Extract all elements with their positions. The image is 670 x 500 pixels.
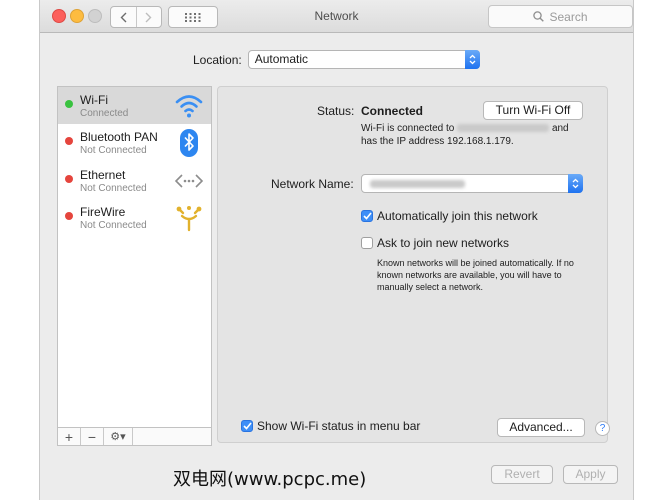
location-row: Location: Automatic bbox=[193, 50, 480, 69]
gear-menu-button[interactable]: ⚙▾ bbox=[104, 428, 133, 445]
add-service-button[interactable]: + bbox=[58, 428, 81, 445]
service-item-wifi[interactable]: Wi-Fi Connected bbox=[58, 87, 211, 124]
ask-join-note: Known networks will be joined automatica… bbox=[377, 258, 574, 292]
firewire-icon bbox=[176, 206, 202, 232]
status-value: Connected bbox=[361, 104, 424, 118]
location-value: Automatic bbox=[254, 52, 309, 66]
redacted-network-name bbox=[457, 124, 550, 133]
auto-join-label[interactable]: Automatically join this network bbox=[377, 209, 538, 223]
apply-button[interactable]: Apply bbox=[563, 465, 618, 484]
service-status: Not Connected bbox=[80, 145, 147, 156]
checkmark-icon bbox=[362, 212, 372, 220]
bluetooth-icon bbox=[180, 129, 198, 157]
service-list: Wi-Fi Connected Bluetooth PAN Not Connec… bbox=[57, 86, 212, 446]
network-preferences-window: Network Search Location: Automatic Wi-Fi… bbox=[39, 0, 634, 500]
show-wifi-status-checkbox[interactable] bbox=[241, 420, 253, 432]
status-dot bbox=[65, 212, 73, 220]
status-dot bbox=[65, 137, 73, 145]
service-status: Not Connected bbox=[80, 183, 147, 194]
service-name: Bluetooth PAN bbox=[80, 130, 158, 144]
network-name-label: Network Name: bbox=[271, 177, 354, 191]
service-item-bluetooth-pan[interactable]: Bluetooth PAN Not Connected bbox=[58, 124, 211, 161]
location-label: Location: bbox=[193, 52, 242, 67]
ask-join-label[interactable]: Ask to join new networks bbox=[377, 236, 509, 250]
network-name-popup[interactable] bbox=[361, 174, 583, 193]
ethernet-icon bbox=[174, 174, 204, 188]
updown-arrows-icon bbox=[568, 174, 583, 193]
service-name: Wi-Fi bbox=[80, 93, 108, 107]
service-item-ethernet[interactable]: Ethernet Not Connected bbox=[58, 162, 211, 199]
status-label: Status: bbox=[317, 104, 355, 118]
help-button[interactable]: ? bbox=[595, 421, 610, 436]
checkmark-icon bbox=[242, 422, 252, 430]
wifi-icon bbox=[175, 95, 203, 118]
service-status: Connected bbox=[80, 108, 129, 119]
search-icon bbox=[533, 11, 545, 22]
watermark-text: 双电网(www.pcpc.me) bbox=[173, 469, 367, 490]
advanced-button[interactable]: Advanced... bbox=[497, 418, 585, 437]
service-status: Not Connected bbox=[80, 220, 147, 231]
auto-join-checkbox[interactable] bbox=[361, 210, 373, 222]
title-bar: Network Search bbox=[40, 0, 633, 33]
revert-button[interactable]: Revert bbox=[491, 465, 553, 484]
service-name: FireWire bbox=[80, 205, 126, 219]
connection-description-line2: has the IP address 192.168.1.179. bbox=[361, 136, 514, 147]
search-field[interactable]: Search bbox=[488, 5, 633, 28]
desc-prefix: Wi-Fi is connected to bbox=[361, 123, 455, 134]
ask-join-checkbox[interactable] bbox=[361, 237, 373, 249]
status-dot bbox=[65, 175, 73, 183]
status-dot bbox=[65, 100, 73, 108]
service-item-firewire[interactable]: FireWire Not Connected bbox=[58, 199, 211, 236]
redacted-network-name bbox=[370, 180, 465, 188]
updown-arrows-icon bbox=[464, 50, 480, 69]
desc-suffix: and bbox=[551, 123, 569, 134]
search-placeholder: Search bbox=[549, 9, 588, 24]
connection-description-line1: Wi-Fi is connected to and bbox=[361, 123, 569, 134]
wifi-detail-panel: Status: Connected Turn Wi-Fi Off Wi-Fi i… bbox=[217, 86, 608, 443]
service-name: Ethernet bbox=[80, 168, 126, 182]
remove-service-button[interactable]: − bbox=[81, 428, 104, 445]
turn-wifi-off-button[interactable]: Turn Wi-Fi Off bbox=[483, 101, 583, 120]
service-list-toolbar: + − ⚙▾ bbox=[57, 427, 212, 446]
show-wifi-status-label[interactable]: Show Wi-Fi status in menu bar bbox=[257, 419, 420, 433]
location-popup[interactable]: Automatic bbox=[247, 50, 480, 69]
